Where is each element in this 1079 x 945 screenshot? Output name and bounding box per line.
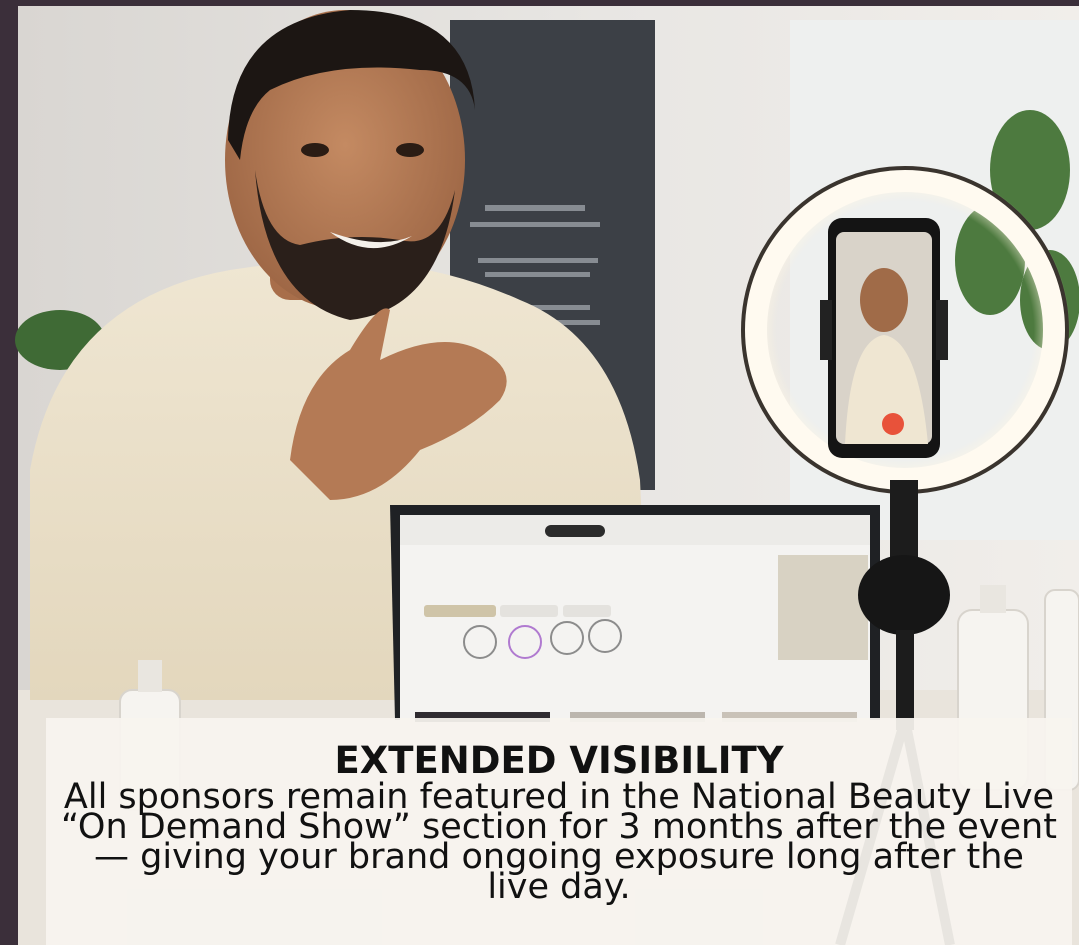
laptop [390,505,880,722]
record-button-icon [882,413,904,435]
caption-heading: EXTENDED VISIBILITY [334,739,784,782]
caption-panel: EXTENDED VISIBILITY All sponsors remain … [46,718,1072,945]
caption-body: All sponsors remain featured in the Nati… [61,777,1057,907]
